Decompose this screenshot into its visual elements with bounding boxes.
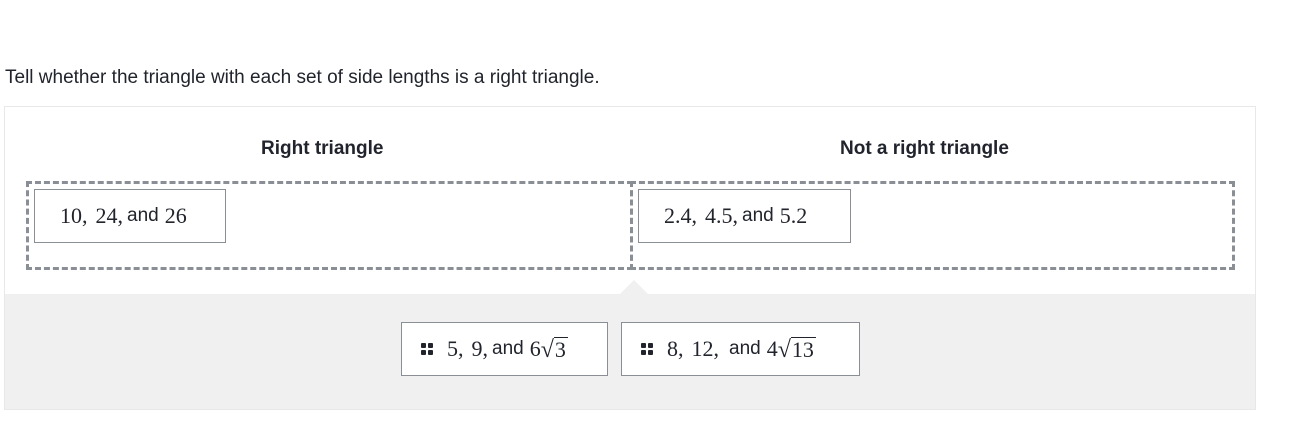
- placed-card-10-24-26[interactable]: 10, 24, and 26: [34, 189, 226, 243]
- question-prompt: Tell whether the triangle with each set …: [5, 67, 600, 88]
- radical-sign-icon: √: [540, 336, 554, 363]
- side-b: 12,: [691, 336, 720, 361]
- side-c-coefficient: 4: [766, 336, 778, 361]
- side-a: 5,: [447, 336, 464, 361]
- drag-handle-icon[interactable]: [421, 343, 433, 355]
- side-a: 10,: [60, 203, 88, 228]
- radicand: 13: [790, 336, 816, 362]
- side-b: 4.5,: [705, 203, 738, 228]
- radicand: 3: [553, 336, 568, 362]
- side-a: 2.4,: [664, 203, 697, 228]
- side-a: 8,: [667, 336, 684, 361]
- side-c: 26: [164, 203, 187, 228]
- radical-sign-icon: √: [777, 336, 791, 363]
- drag-handle-icon[interactable]: [641, 343, 653, 355]
- category-header-not-right-triangle: Not a right triangle: [840, 138, 1009, 159]
- placed-card-2.4-4.5-5.2[interactable]: 2.4, 4.5, and 5.2: [638, 189, 851, 243]
- square-root: √ 13: [777, 336, 816, 363]
- and-word: and: [742, 205, 774, 226]
- and-word: and: [492, 338, 524, 359]
- square-root: √ 3: [540, 336, 568, 363]
- tray-pointer: [620, 280, 648, 294]
- side-c: 5.2: [779, 203, 808, 228]
- tray-card-8-12-4root13[interactable]: 8, 12, and 4 √ 13: [621, 322, 860, 376]
- and-word: and: [127, 205, 159, 226]
- side-b: 24,: [95, 203, 124, 228]
- tray-card-5-9-6root3[interactable]: 5, 9, and 6 √ 3: [401, 322, 608, 376]
- and-word: and: [729, 338, 761, 359]
- side-c-coefficient: 6: [529, 336, 541, 361]
- category-header-right-triangle: Right triangle: [261, 138, 384, 159]
- side-b: 9,: [471, 336, 489, 361]
